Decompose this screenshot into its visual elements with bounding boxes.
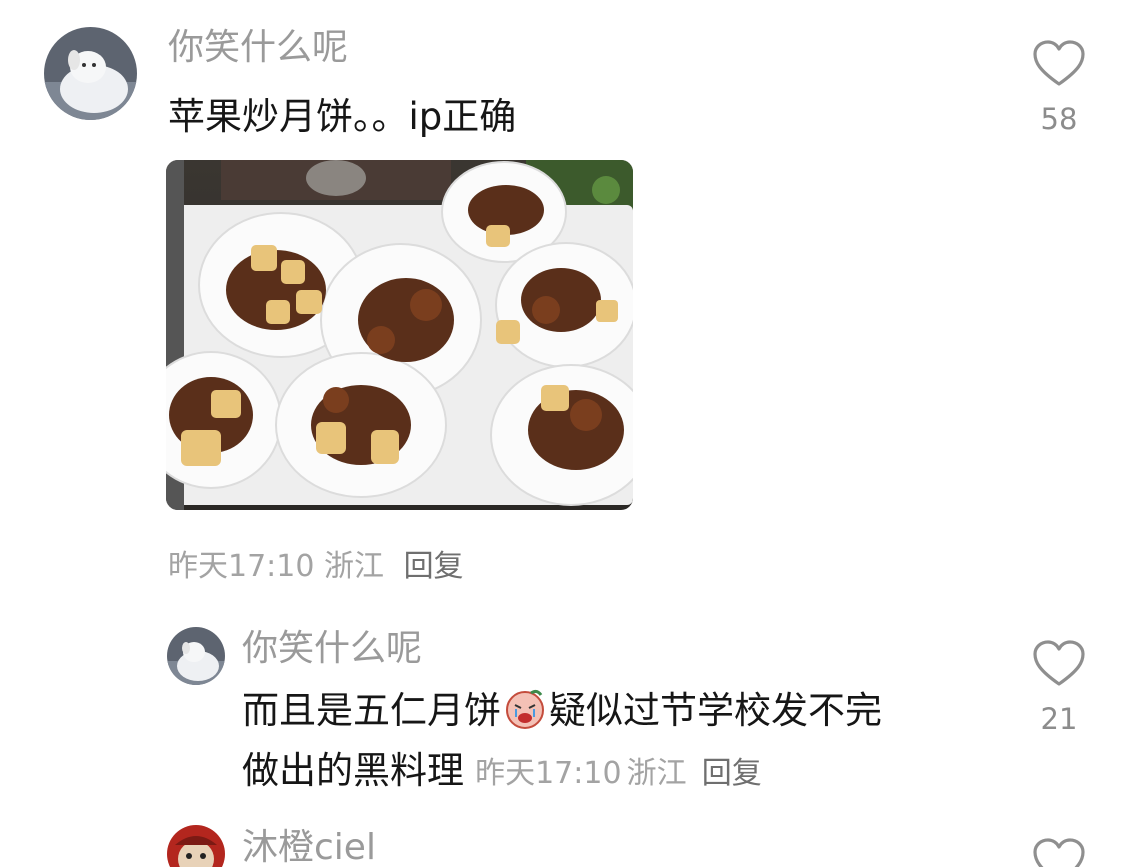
comment-photo[interactable] bbox=[166, 160, 633, 510]
heart-outline-icon bbox=[1033, 838, 1085, 867]
comment-text-part: 疑似过节学校发不完 bbox=[549, 689, 882, 732]
comment-time: 昨天17:10 bbox=[475, 756, 622, 791]
comment-time: 昨天17:10 bbox=[168, 549, 315, 584]
heart-outline-icon bbox=[1033, 40, 1085, 86]
comment-second-line: 做出的黑料理 昨天17:10 浙江 回复 bbox=[242, 742, 762, 800]
avatar[interactable] bbox=[44, 27, 137, 120]
like-count: 21 bbox=[1040, 702, 1078, 736]
food-photo bbox=[166, 160, 633, 510]
reply-button[interactable]: 回复 bbox=[404, 549, 464, 584]
comment-text-part: 做出的黑料理 bbox=[242, 749, 464, 792]
comment-username[interactable]: 你笑什么呢 bbox=[242, 627, 422, 671]
reply-button[interactable]: 回复 bbox=[702, 756, 762, 791]
comment-username[interactable]: 你笑什么呢 bbox=[168, 26, 348, 70]
like-button[interactable] bbox=[1033, 640, 1085, 688]
crying-face-emoji-icon bbox=[503, 687, 547, 731]
comment-item: 你笑什么呢 苹果炒月饼。。ip正确 昨天17:10 浙江 回复 58 bbox=[0, 0, 1130, 600]
comment-text: 而且是五仁月饼 疑似过节学校发不完 bbox=[242, 682, 882, 740]
comment-text: 苹果炒月饼。。ip正确 bbox=[168, 95, 517, 138]
comment-text-part: 而且是五仁月饼 bbox=[242, 689, 501, 732]
comment-location: 浙江 bbox=[626, 756, 687, 791]
avatar[interactable] bbox=[167, 627, 225, 685]
like-button[interactable] bbox=[1033, 838, 1085, 867]
avatar[interactable] bbox=[167, 825, 225, 867]
avatar-image bbox=[44, 27, 137, 120]
like-count: 58 bbox=[1040, 102, 1078, 136]
comment-username[interactable]: 沐橙ciel bbox=[242, 826, 376, 867]
reply-comment-item: 你笑什么呢 而且是五仁月饼 疑似过节学校发不完 做出的黑料理 昨天17:10 浙… bbox=[0, 615, 1130, 805]
avatar-image bbox=[167, 825, 225, 867]
like-button[interactable] bbox=[1033, 40, 1085, 88]
heart-outline-icon bbox=[1033, 640, 1085, 686]
comment-location: 浙江 bbox=[324, 549, 385, 584]
avatar-image bbox=[167, 627, 225, 685]
comment-meta: 昨天17:10 浙江 回复 bbox=[168, 541, 464, 585]
reply-comment-item: 沐橙ciel bbox=[0, 820, 1130, 867]
